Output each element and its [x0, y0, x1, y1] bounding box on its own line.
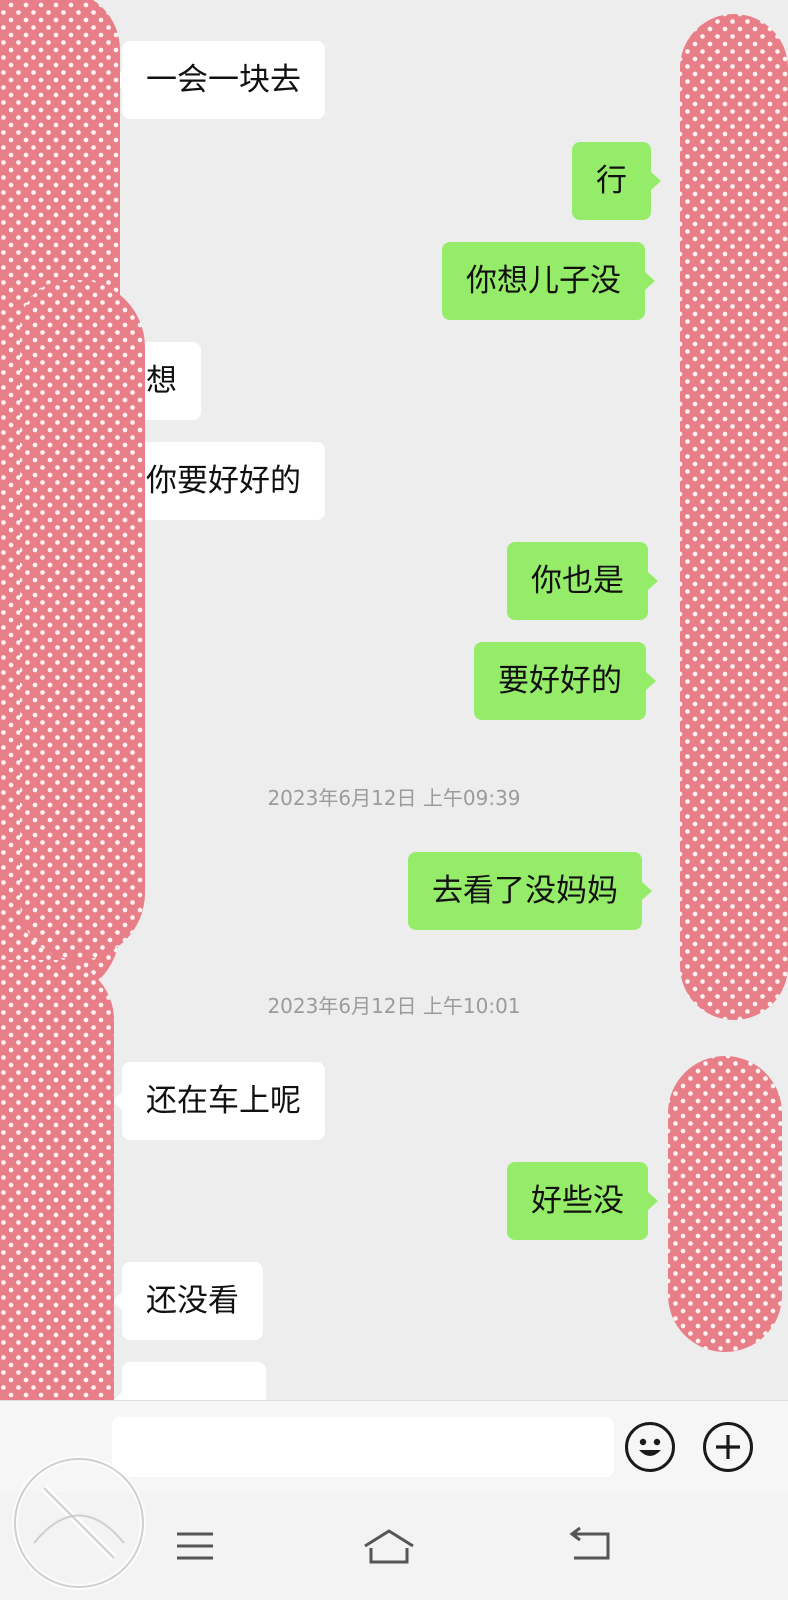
redaction-mark [680, 14, 788, 1020]
emoji-icon [639, 1438, 661, 1456]
menu-icon [177, 1532, 213, 1560]
message-incoming[interactable]: 还没看 [112, 1262, 263, 1340]
redaction-mark [668, 1056, 782, 1352]
redaction-mark [20, 280, 145, 960]
message-outgoing[interactable]: 去看了没妈妈 [408, 852, 652, 930]
emoji-button[interactable] [625, 1422, 675, 1472]
home-icon [364, 1529, 414, 1564]
chat-area[interactable]: 一会一块去 行 你想儿子没 想 你要好好的 你也是 要好好的 2023年6月12… [0, 0, 788, 1400]
message-incoming[interactable]: 一会一块去 [112, 41, 325, 119]
home-button[interactable] [362, 1526, 414, 1566]
message-incoming[interactable]: 你要好好的 [112, 442, 325, 520]
back-button[interactable] [568, 1526, 618, 1566]
message-input[interactable] [112, 1417, 614, 1477]
plus-button[interactable] [703, 1422, 753, 1472]
message-outgoing[interactable]: 你也是 [507, 542, 658, 620]
plus-icon [716, 1435, 740, 1459]
message-outgoing[interactable]: 你想儿子没 [442, 242, 655, 320]
redaction-mark [0, 960, 114, 1400]
message-outgoing[interactable]: 行 [572, 142, 661, 220]
message-incoming-partial[interactable] [112, 1362, 266, 1400]
menu-button[interactable] [170, 1526, 220, 1566]
message-incoming[interactable]: 还在车上呢 [112, 1062, 325, 1140]
message-outgoing[interactable]: 要好好的 [474, 642, 656, 720]
message-input-bar [0, 1400, 788, 1493]
back-icon [569, 1526, 610, 1560]
chat-timestamp: 2023年6月12日 上午10:01 [267, 994, 521, 1018]
message-outgoing[interactable]: 好些没 [507, 1162, 658, 1240]
system-navigation-bar [0, 1492, 788, 1600]
